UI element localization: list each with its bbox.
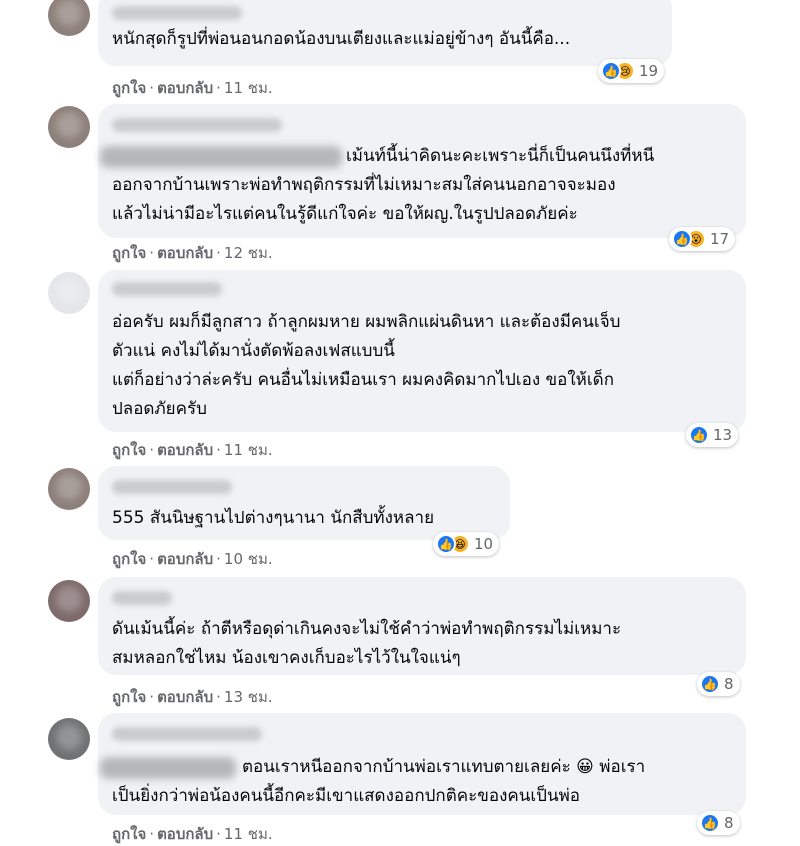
reaction-count: 13 bbox=[713, 426, 733, 444]
reaction-summary[interactable]: 👍 😆 10 bbox=[433, 532, 500, 556]
like-icon: 👍 bbox=[700, 674, 720, 694]
like-link[interactable]: ถูกใจ bbox=[112, 79, 146, 97]
comment-bubble: ดันเม้นนี้ค่ะ ถ้าตีหรือดุด่าเกินคงจะไม่ใ… bbox=[98, 577, 746, 675]
timestamp[interactable]: 12 ชม. bbox=[224, 244, 273, 262]
timestamp[interactable]: 10 ชม. bbox=[224, 550, 273, 568]
reaction-summary[interactable]: 👍 😢 19 bbox=[598, 59, 665, 83]
blurred-author-name[interactable] bbox=[112, 591, 172, 605]
comment-actions: ถูกใจ · ตอบกลับ · 11 ชม. bbox=[112, 441, 273, 459]
comment-actions: ถูกใจ · ตอบกลับ · 13 ชม. bbox=[112, 688, 273, 706]
blurred-author-name[interactable] bbox=[112, 282, 222, 296]
reaction-summary[interactable]: 👍 13 bbox=[686, 423, 739, 447]
comment-text: ดันเม้นนี้ค่ะ ถ้าตีหรือดุด่าเกินคงจะไม่ใ… bbox=[112, 619, 622, 668]
comment-text: หนักสุดก็รูปที่พ่อนอนกอดน้องบนเตียงและแม… bbox=[112, 29, 571, 49]
reaction-summary[interactable]: 👍 😮 17 bbox=[669, 227, 736, 251]
comment-actions: ถูกใจ · ตอบกลับ · 10 ชม. bbox=[112, 550, 273, 568]
timestamp[interactable]: 11 ชม. bbox=[224, 79, 273, 97]
reply-link[interactable]: ตอบกลับ bbox=[157, 688, 213, 706]
reply-link[interactable]: ตอบกลับ bbox=[157, 550, 213, 568]
avatar[interactable] bbox=[48, 272, 90, 314]
reaction-summary[interactable]: 👍 8 bbox=[697, 811, 740, 835]
comment-actions: ถูกใจ · ตอบกลับ · 12 ชม. bbox=[112, 244, 273, 262]
reaction-summary[interactable]: 👍 8 bbox=[697, 672, 740, 696]
comment-bubble: อ่อครับ ผมก็มีลูกสาว ถ้าลูกผมหาย ผมพลิกแ… bbox=[98, 270, 746, 432]
like-icon: 👍 bbox=[436, 534, 456, 554]
comment-text: เม้นท์นี้น่าคิดนะคะเพราะนี่ก็เป็นคนนึงที… bbox=[112, 146, 655, 224]
timestamp[interactable]: 13 ชม. bbox=[224, 688, 273, 706]
reaction-count: 8 bbox=[724, 675, 734, 693]
like-icon: 👍 bbox=[601, 61, 621, 81]
comment-actions: ถูกใจ · ตอบกลับ · 11 ชม. bbox=[112, 79, 273, 97]
blurred-author-name[interactable] bbox=[112, 118, 282, 132]
avatar[interactable] bbox=[48, 468, 90, 510]
like-icon: 👍 bbox=[672, 229, 692, 249]
reaction-count: 10 bbox=[474, 535, 494, 553]
like-icon: 👍 bbox=[700, 813, 720, 833]
blurred-author-name[interactable] bbox=[112, 6, 242, 20]
comment-bubble: เม้นท์นี้น่าคิดนะคะเพราะนี่ก็เป็นคนนึงที… bbox=[98, 104, 746, 238]
like-link[interactable]: ถูกใจ bbox=[112, 441, 146, 459]
comment-actions: ถูกใจ · ตอบกลับ · 11 ชม. bbox=[112, 825, 273, 843]
comment-text: ตอนเราหนีออกจากบ้านพ่อเราแทบตายเลยค่ะ 😀 … bbox=[112, 757, 646, 806]
like-link[interactable]: ถูกใจ bbox=[112, 550, 146, 568]
avatar[interactable] bbox=[48, 0, 90, 36]
comment-bubble: หนักสุดก็รูปที่พ่อนอนกอดน้องบนเตียงและแม… bbox=[98, 0, 672, 66]
timestamp[interactable]: 11 ชม. bbox=[224, 441, 273, 459]
reply-link[interactable]: ตอบกลับ bbox=[157, 825, 213, 843]
comment-text: อ่อครับ ผมก็มีลูกสาว ถ้าลูกผมหาย ผมพลิกแ… bbox=[112, 312, 621, 419]
avatar[interactable] bbox=[48, 718, 90, 760]
reply-link[interactable]: ตอบกลับ bbox=[157, 244, 213, 262]
avatar[interactable] bbox=[48, 580, 90, 622]
reply-link[interactable]: ตอบกลับ bbox=[157, 79, 213, 97]
blurred-author-name[interactable] bbox=[112, 727, 262, 741]
comment-text: 555 สันนิษฐานไปต่างๆนานา นักสืบทั้งหลาย bbox=[112, 508, 435, 528]
comment-bubble: 555 สันนิษฐานไปต่างๆนานา นักสืบทั้งหลาย bbox=[98, 466, 510, 540]
blurred-author-name[interactable] bbox=[112, 480, 232, 494]
like-icon: 👍 bbox=[689, 425, 709, 445]
like-link[interactable]: ถูกใจ bbox=[112, 244, 146, 262]
reply-link[interactable]: ตอบกลับ bbox=[157, 441, 213, 459]
reaction-count: 19 bbox=[639, 62, 659, 80]
like-link[interactable]: ถูกใจ bbox=[112, 688, 146, 706]
comment-bubble: ตอนเราหนีออกจากบ้านพ่อเราแทบตายเลยค่ะ 😀 … bbox=[98, 713, 746, 815]
like-link[interactable]: ถูกใจ bbox=[112, 825, 146, 843]
timestamp[interactable]: 11 ชม. bbox=[224, 825, 273, 843]
avatar[interactable] bbox=[48, 106, 90, 148]
reaction-count: 17 bbox=[710, 230, 730, 248]
reaction-count: 8 bbox=[724, 814, 734, 832]
